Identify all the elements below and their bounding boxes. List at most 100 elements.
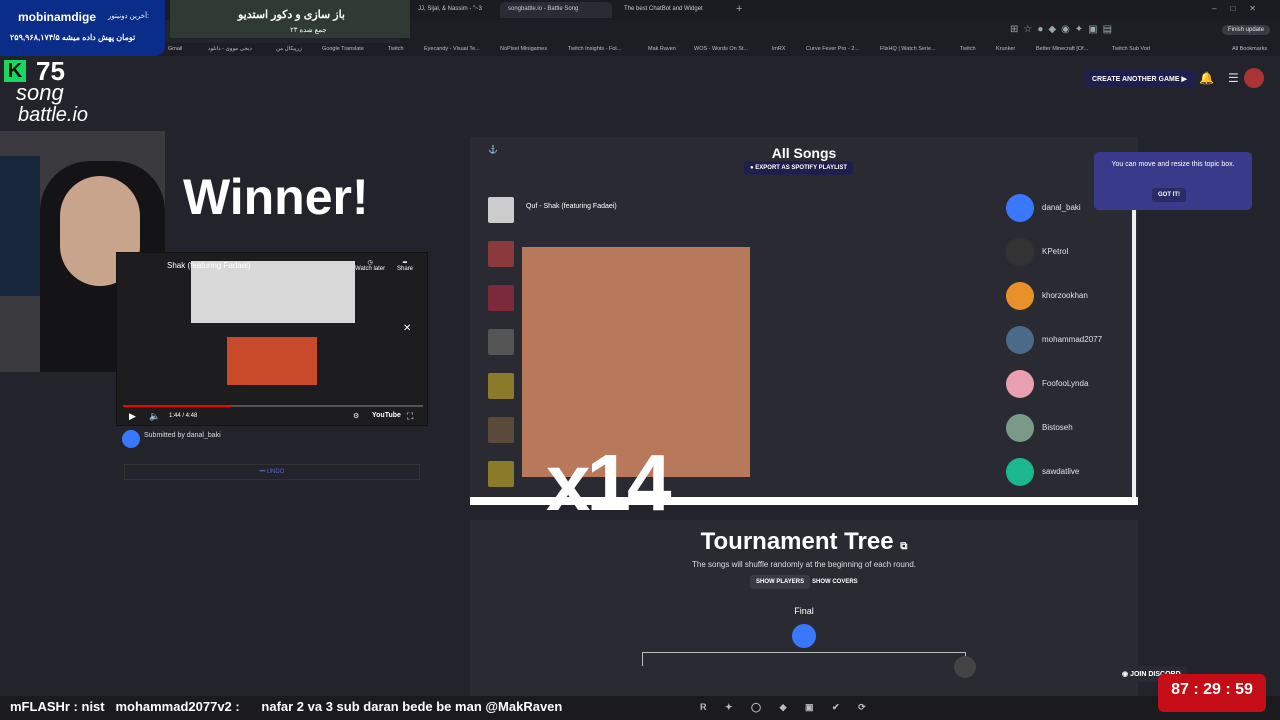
goal-sub: ۲۳ جمع شده (290, 27, 327, 34)
tree-title-row: Tournament Tree ⧉ (470, 528, 1138, 556)
tab-nassim[interactable]: JJ, Sijal, & Nassim - "~3 (410, 2, 498, 18)
donor-label: آخرین دونیتور: (108, 13, 149, 20)
donor-name: mobinamdige (18, 10, 97, 24)
goal-title: باز سازی و دکور استدیو (238, 9, 345, 21)
settings-icon[interactable]: ⚙ (353, 412, 359, 420)
bookmark[interactable]: Eyecandy - Visual Te... (424, 46, 480, 52)
share-button[interactable]: ➦ Share (397, 259, 413, 272)
bookmark[interactable]: Krunker (996, 46, 1015, 52)
all-songs-title: All Songs (771, 145, 837, 161)
bookmark[interactable]: lmRX (772, 46, 785, 52)
bookmark[interactable]: Gmail (168, 46, 182, 52)
youtube-player[interactable]: Shak (featuring Fadaei) ◷ Watch later ➦ Sh… (116, 252, 428, 426)
fullscreen-icon[interactable]: ⛶ (407, 411, 413, 422)
donation-banner: mobinamdige آخرین دونیتور: ۲۵۹,۹۶۸,۱۷۴/۵… (0, 0, 165, 56)
ticker-text: mFLASHr : nist mohammad2077v2 : nafar 2 … (10, 699, 563, 714)
bookmark[interactable]: Better Minecraft [Of... (1036, 46, 1088, 52)
discord-icon: ◉ (1122, 671, 1129, 678)
window-controls-icon[interactable]: –□✕ (1212, 4, 1270, 13)
watch-later-button[interactable]: ◷ Watch later (355, 259, 385, 272)
external-link-icon[interactable]: ⧉ (900, 541, 907, 552)
video-frame (191, 261, 355, 323)
song-thumb[interactable] (488, 241, 514, 267)
logo[interactable]: K 75 song battle.io (2, 56, 122, 128)
avatar (1006, 370, 1034, 398)
bookmark[interactable]: Twitch (388, 46, 404, 52)
bookmarks-bar: Gmail دیجی مووی - دانلود زرپیکال من Goog… (0, 43, 1280, 56)
play-icon[interactable]: ▶ (129, 411, 136, 422)
bookmark[interactable]: Mak Raven (648, 46, 676, 52)
create-game-label: CREATE ANOTHER GAME (1092, 76, 1180, 83)
song-thumb[interactable] (488, 461, 514, 487)
scrollbar-vertical[interactable] (1132, 197, 1136, 497)
undo-label: UNDO (266, 469, 285, 475)
bookmark[interactable]: WOS - Words On St... (694, 46, 748, 52)
bookmark[interactable]: Twitch (960, 46, 976, 52)
undo-button[interactable]: ⏮ UNDO (124, 464, 420, 480)
export-spotify-button[interactable]: ● EXPORT AS SPOTIFY PLAYLIST (744, 161, 854, 175)
player-name: KPetrol (1042, 247, 1069, 256)
show-players-button[interactable]: SHOW PLAYERS (750, 575, 811, 589)
bell-icon[interactable]: 🔔 (1199, 71, 1214, 85)
song-thumb[interactable] (488, 417, 514, 443)
user-icon[interactable] (792, 624, 816, 648)
kick-icon: K (4, 60, 26, 82)
song-title[interactable]: Quf - Shak (featuring Fadaei) (526, 203, 617, 210)
submitted-by: Submitted by danal_baki (144, 432, 221, 439)
tab-chatbot[interactable]: The best ChatBot and Widget (616, 2, 736, 18)
bookmark[interactable]: Twitch Sub Vod (1112, 46, 1150, 52)
avatar (1006, 238, 1034, 266)
got-it-button[interactable]: GOT IT! (1152, 188, 1186, 202)
youtube-logo[interactable]: YouTube (372, 412, 401, 419)
tab-songbattle[interactable]: songbattle.io - Battle Song (500, 2, 612, 18)
finish-update-button[interactable]: Finish update (1222, 25, 1271, 35)
bookmark[interactable]: Twitch Insights - Fol... (568, 46, 621, 52)
winner-heading: Winner! (183, 169, 369, 225)
tab-label: songbattle.io - Battle Song (508, 6, 579, 12)
timer-text: 87 : 29 : 59 (1171, 681, 1253, 698)
song-thumb[interactable] (488, 197, 514, 223)
close-icon[interactable]: ✕ (403, 323, 411, 334)
extension-icons[interactable]: ⊞☆●◆◉✦▣▤ (1010, 24, 1180, 38)
bookmark[interactable]: Curve Fever Pro - 2... (806, 46, 859, 52)
webcam-background (0, 156, 40, 296)
user-icon (1006, 194, 1034, 222)
player-name: sawdatlive (1042, 467, 1080, 476)
bracket-line (642, 652, 966, 666)
ad-thumbnail (227, 337, 317, 385)
bookmark[interactable]: NoPixel Minigames (500, 46, 547, 52)
song-thumb[interactable] (488, 329, 514, 355)
tab-label: The best ChatBot and Widget (624, 6, 703, 12)
menu-icon[interactable]: ☰ (1228, 71, 1239, 85)
all-songs-panel: All Songs ● EXPORT AS SPOTIFY PLAYLIST ⚓… (470, 137, 1138, 527)
bookmark[interactable]: دیجی مووی - دانلود (208, 46, 252, 52)
tournament-tree-panel: Tournament Tree ⧉ The songs will shuffle… (470, 520, 1138, 696)
new-tab-icon[interactable]: + (736, 3, 742, 15)
bookmark[interactable]: Google Translate (322, 46, 364, 52)
share-label: Share (397, 266, 414, 272)
avatar (1006, 326, 1034, 354)
show-covers-button[interactable]: SHOW COVERS (806, 575, 864, 589)
logo-battle: battle.io (18, 104, 89, 126)
volume-icon[interactable]: 🔈 (149, 411, 160, 422)
avatar (954, 656, 976, 678)
clock-icon: ◷ (367, 260, 373, 266)
song-thumb[interactable] (488, 373, 514, 399)
bookmark[interactable]: FlixHQ | Watch Serie... (880, 46, 936, 52)
progress-fill (123, 405, 232, 407)
scrollbar-horizontal[interactable] (470, 497, 1138, 505)
player-name: Bistoseh (1042, 423, 1073, 432)
bookmark[interactable]: زرپیکال من (276, 46, 302, 52)
progress-track[interactable] (123, 405, 423, 407)
tree-subtitle: The songs will shuffle randomly at the b… (692, 560, 916, 569)
player-name: khorzookhan (1042, 291, 1088, 300)
create-game-button[interactable]: CREATE ANOTHER GAME ▶ (1084, 70, 1195, 88)
all-bookmarks[interactable]: All Bookmarks (1232, 46, 1267, 52)
player-name: mohammad2077 (1042, 335, 1103, 344)
song-thumb[interactable] (488, 285, 514, 311)
pin-icon[interactable]: ⚓ (488, 145, 498, 154)
video-title: Shak (featuring Fadaei) (167, 261, 251, 270)
avatar[interactable] (1244, 68, 1264, 88)
chat-ticker: mFLASHr : nist mohammad2077v2 : nafar 2 … (0, 696, 1280, 720)
taskbar-icons[interactable]: R ✦ ◯ ◆ ▣ ✔ ⟳ (700, 702, 874, 713)
